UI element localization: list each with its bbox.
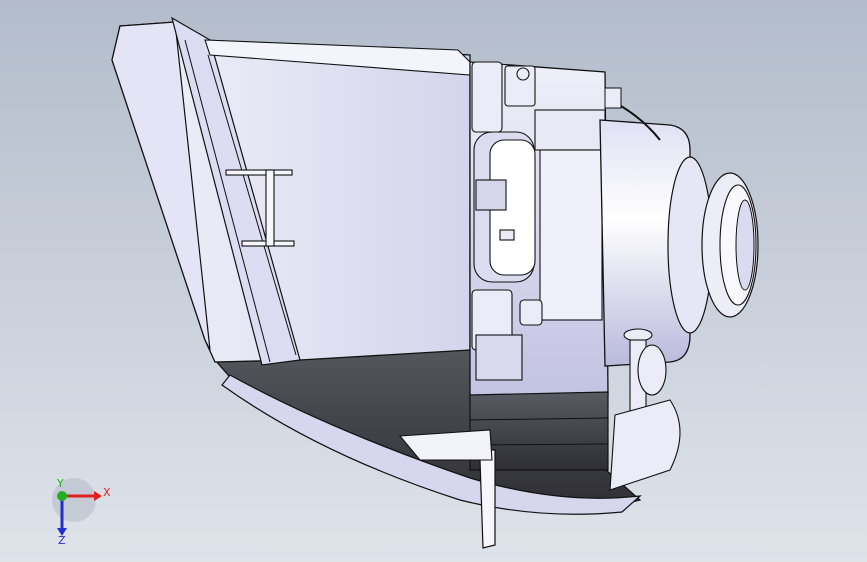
y-axis-label: Y: [56, 478, 64, 490]
x-axis-head: [94, 491, 102, 501]
graphics-viewport[interactable]: X Y Z: [0, 0, 867, 562]
x-axis-label: X: [103, 486, 111, 499]
z-axis-label: Z: [58, 534, 66, 547]
coordinate-triad: X Y Z: [44, 477, 124, 548]
y-axis-dot: [57, 491, 67, 501]
headlamp-model[interactable]: [0, 0, 867, 562]
